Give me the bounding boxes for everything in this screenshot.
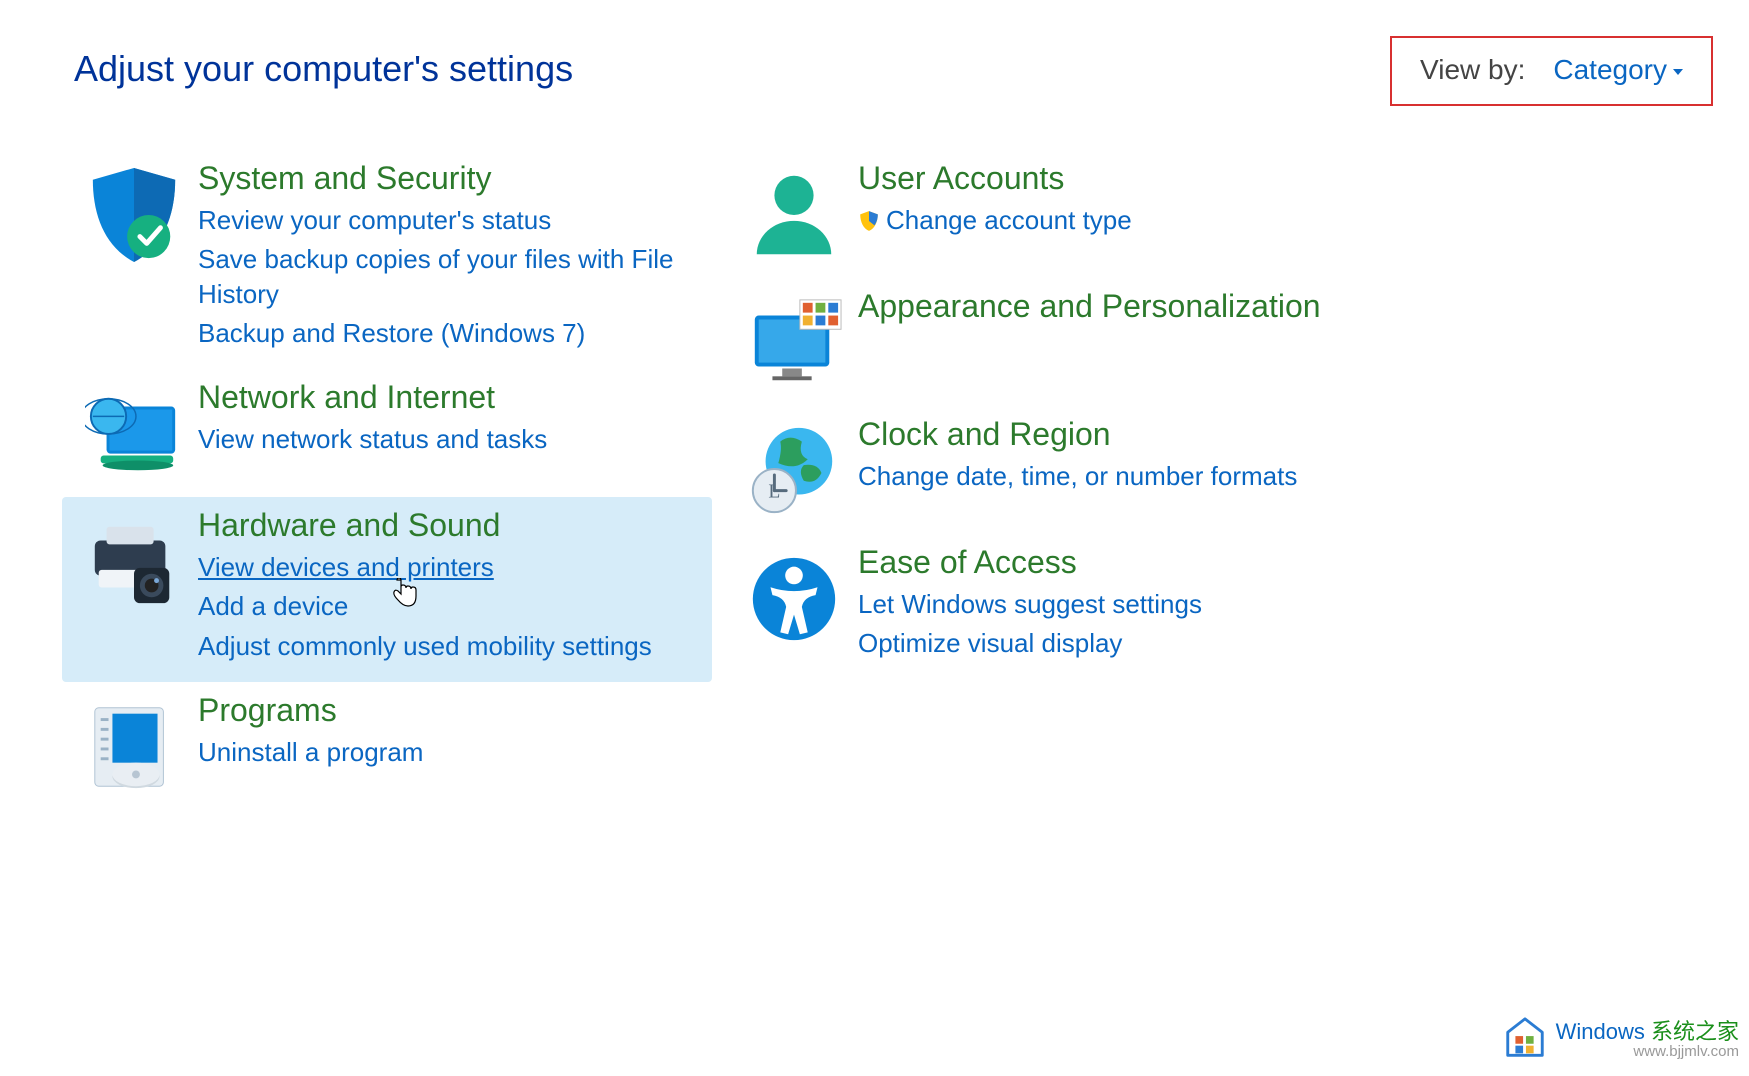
link-date-time-formats[interactable]: Change date, time, or number formats (858, 459, 1434, 494)
category-clock: L Clock and Region Change date, time, or… (722, 406, 1442, 534)
watermark: Windows 系统之家 www.bjjmlv.com (1502, 1015, 1739, 1066)
category-programs: Programs Uninstall a program (62, 682, 712, 810)
category-system-security: System and Security Review your computer… (62, 150, 712, 369)
printer-icon (70, 507, 198, 611)
category-title-system[interactable]: System and Security (198, 160, 704, 197)
clock-globe-icon: L (730, 416, 858, 520)
shield-icon (70, 160, 198, 264)
right-column: User Accounts Change account type (722, 150, 1442, 810)
personalization-icon (730, 288, 858, 392)
view-by-dropdown[interactable]: Category (1553, 54, 1683, 86)
link-file-history[interactable]: Save backup copies of your files with Fi… (198, 242, 704, 312)
uac-shield-icon (858, 206, 880, 241)
category-ease-of-access: Ease of Access Let Windows suggest setti… (722, 534, 1442, 679)
category-grid: System and Security Review your computer… (62, 150, 1442, 810)
link-optimize-display[interactable]: Optimize visual display (858, 626, 1434, 661)
view-by-dropdown-highlight: View by: Category (1390, 36, 1713, 106)
view-by-label: View by: (1420, 54, 1525, 86)
user-icon (730, 160, 858, 264)
watermark-logo-icon (1502, 1015, 1548, 1066)
link-mobility-settings[interactable]: Adjust commonly used mobility settings (198, 629, 704, 664)
link-backup-restore[interactable]: Backup and Restore (Windows 7) (198, 316, 704, 351)
category-title-programs[interactable]: Programs (198, 692, 704, 729)
category-hardware: Hardware and Sound View devices and prin… (62, 497, 712, 681)
category-title-hardware[interactable]: Hardware and Sound (198, 507, 704, 544)
category-user-accounts: User Accounts Change account type (722, 150, 1442, 278)
category-title-clock[interactable]: Clock and Region (858, 416, 1434, 453)
watermark-url: www.bjjmlv.com (1633, 1044, 1739, 1061)
link-review-status[interactable]: Review your computer's status (198, 203, 704, 238)
link-network-status[interactable]: View network status and tasks (198, 422, 704, 457)
programs-icon (70, 692, 198, 796)
category-title-accounts[interactable]: User Accounts (858, 160, 1434, 197)
category-title-appearance[interactable]: Appearance and Personalization (858, 288, 1434, 325)
link-add-device[interactable]: Add a device (198, 589, 704, 624)
accessibility-icon (730, 544, 858, 648)
view-by-value: Category (1553, 54, 1667, 86)
category-network: Network and Internet View network status… (62, 369, 712, 497)
link-uninstall-program[interactable]: Uninstall a program (198, 735, 704, 770)
page-title: Adjust your computer's settings (74, 48, 573, 90)
link-suggest-settings[interactable]: Let Windows suggest settings (858, 587, 1434, 622)
network-icon (70, 379, 198, 483)
chevron-down-icon (1673, 69, 1683, 75)
left-column: System and Security Review your computer… (62, 150, 712, 810)
link-change-account-type[interactable]: Change account type (858, 203, 1434, 241)
category-title-ease[interactable]: Ease of Access (858, 544, 1434, 581)
watermark-brand: Windows 系统之家 (1556, 1020, 1739, 1044)
link-devices-printers[interactable]: View devices and printers (198, 550, 704, 585)
category-title-network[interactable]: Network and Internet (198, 379, 704, 416)
category-appearance: Appearance and Personalization (722, 278, 1442, 406)
